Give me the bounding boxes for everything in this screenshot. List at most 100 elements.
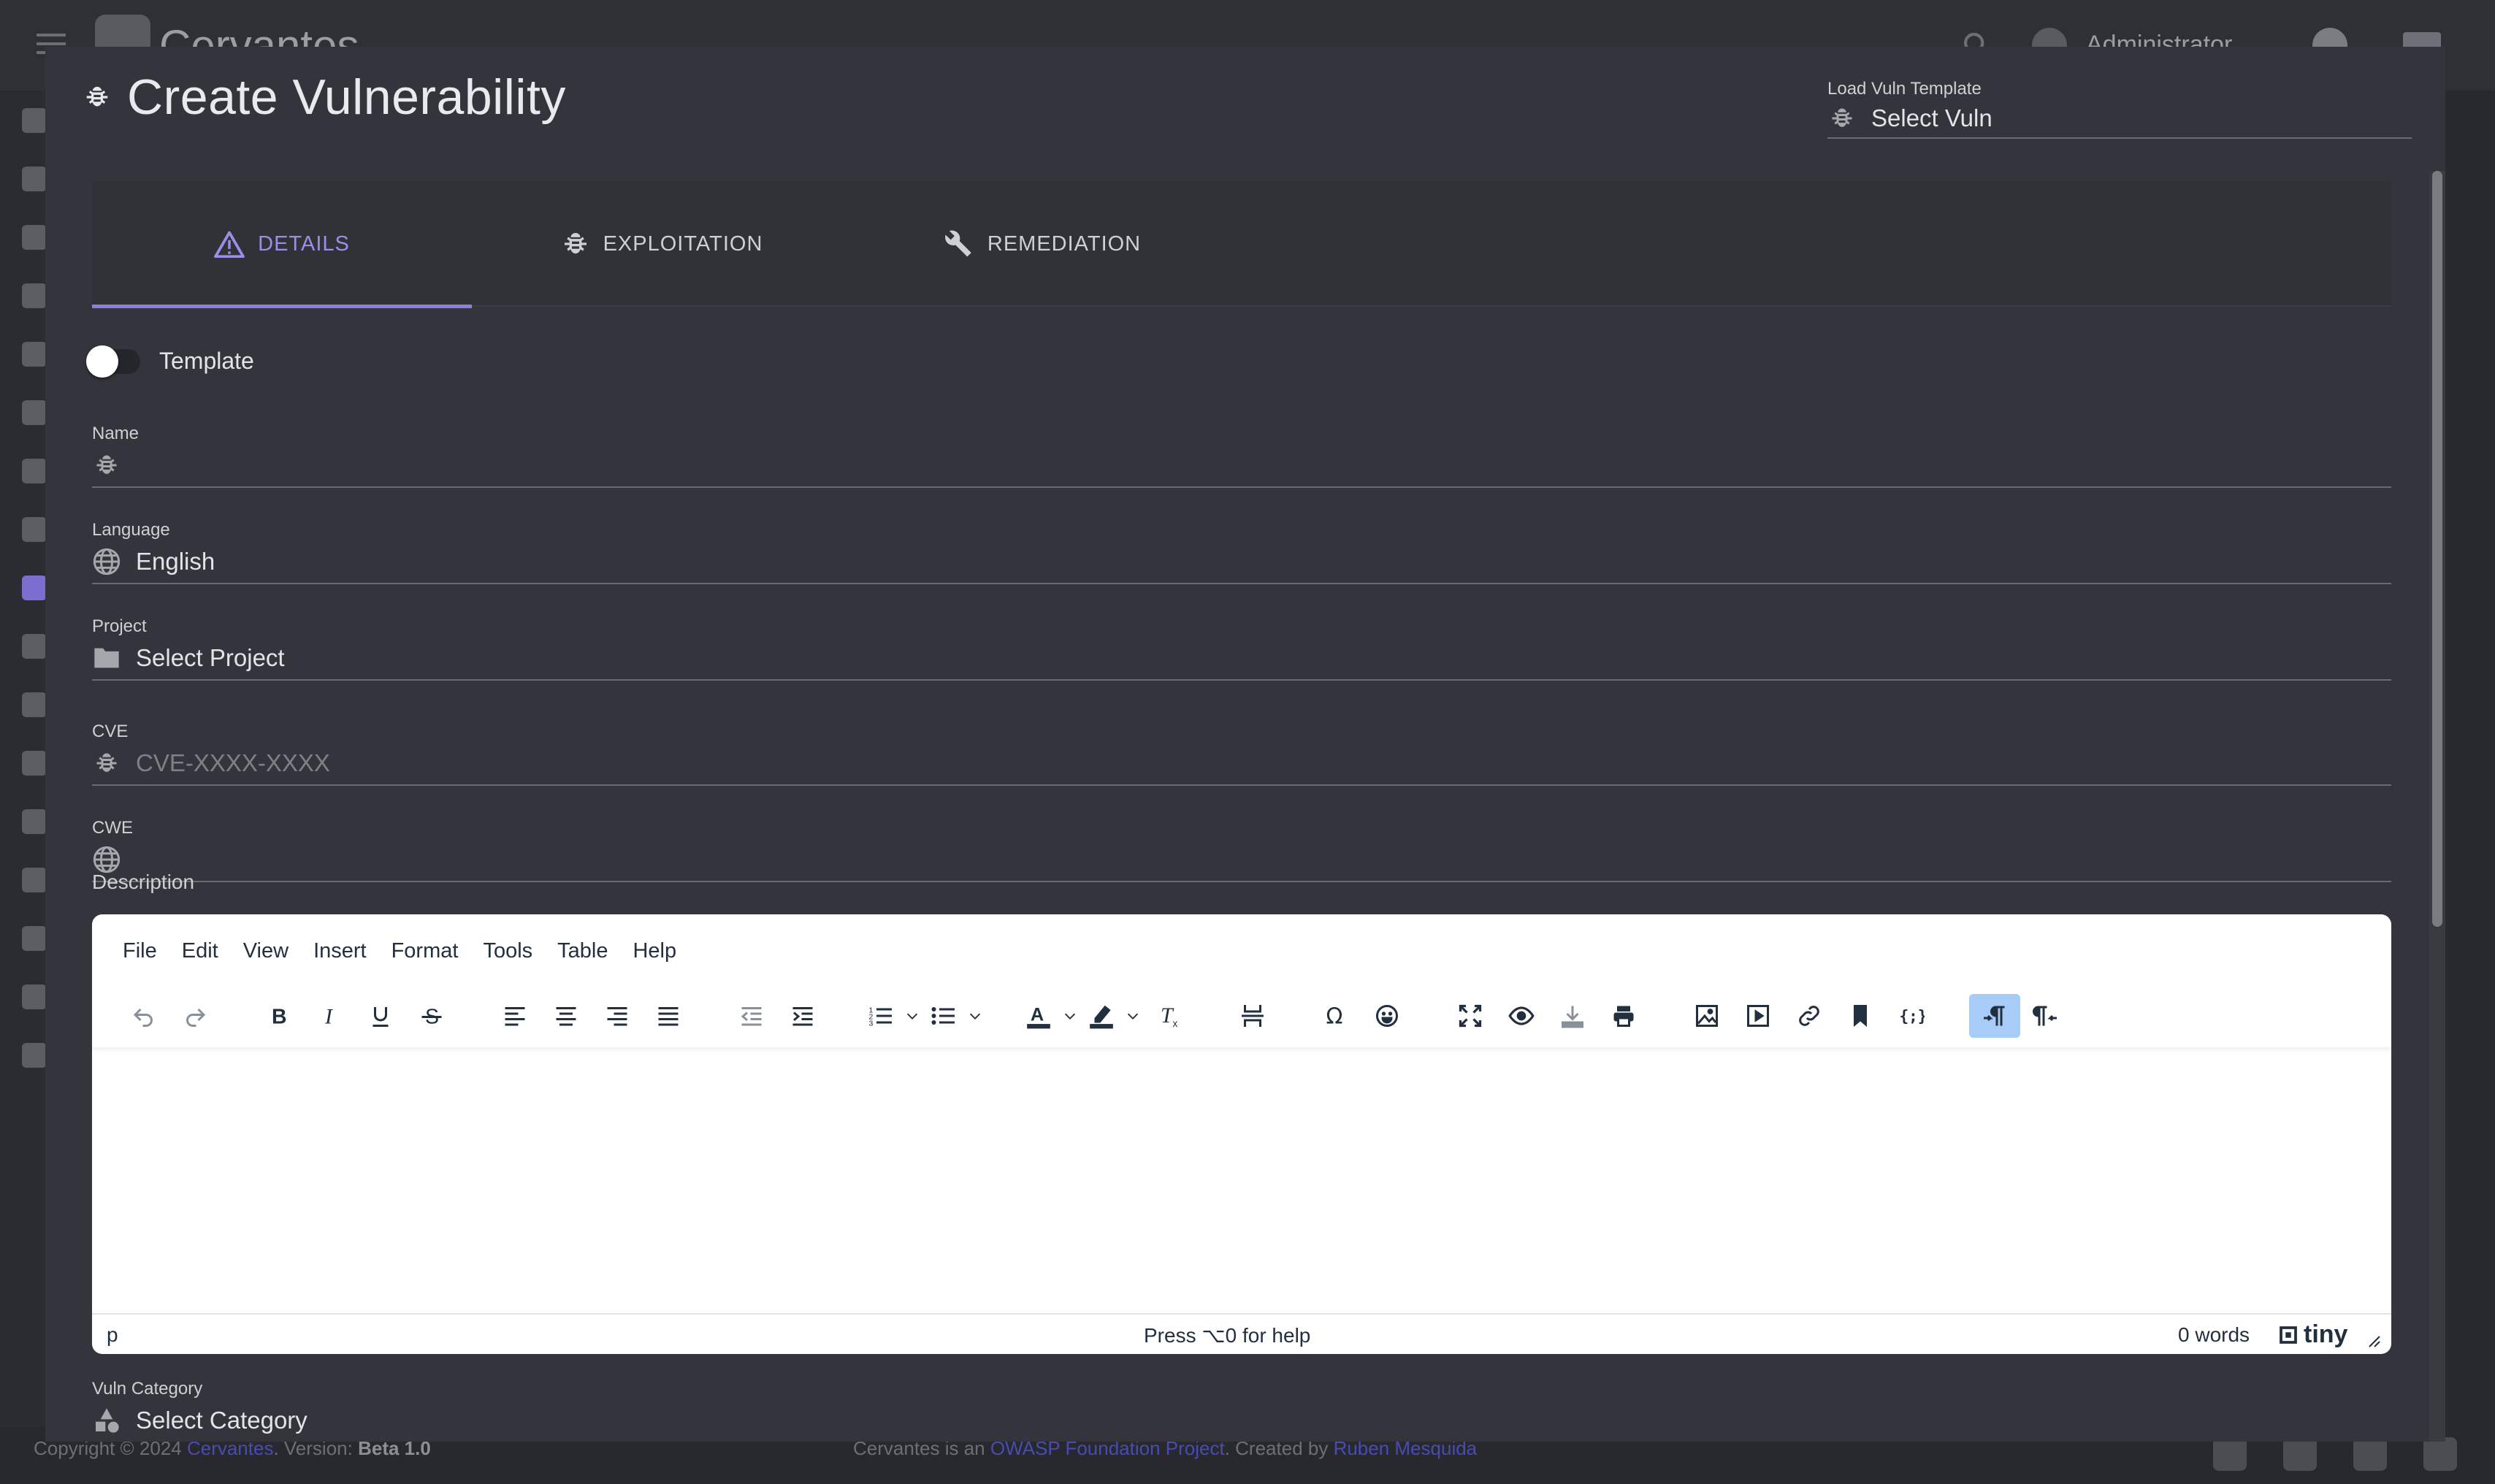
- svg-text:{;}: {;}: [1900, 1008, 1925, 1025]
- bold-icon[interactable]: B: [253, 994, 304, 1038]
- word-count[interactable]: 0 words: [2178, 1323, 2250, 1347]
- chevron-down-icon[interactable]: [1122, 994, 1144, 1038]
- menu-format[interactable]: Format: [391, 939, 459, 963]
- load-vuln-template[interactable]: Load Vuln Template Select Vuln: [1827, 79, 2412, 139]
- left-to-right-icon[interactable]: [1969, 994, 2020, 1038]
- twitter-icon[interactable]: [2213, 1437, 2247, 1471]
- cloud-icon[interactable]: [22, 868, 47, 892]
- underline-icon[interactable]: [355, 994, 406, 1038]
- text-color-icon[interactable]: A: [1018, 994, 1059, 1038]
- calendar-icon[interactable]: [22, 167, 47, 191]
- bug-icon: [92, 749, 121, 778]
- book-icon[interactable]: [22, 225, 47, 250]
- menu-edit[interactable]: Edit: [182, 939, 218, 963]
- bookmark-icon[interactable]: [1835, 994, 1886, 1038]
- align-justify-icon[interactable]: [643, 994, 694, 1038]
- toggle-label: Template: [159, 348, 254, 374]
- bullet-list-icon[interactable]: [923, 994, 964, 1038]
- vuln-tabs: DETAILS EXPLOITATION REMEDIATION: [92, 181, 2391, 308]
- italic-icon[interactable]: I: [304, 994, 355, 1038]
- tab-exploitation[interactable]: EXPLOITATION: [472, 181, 852, 307]
- chevron-down-icon[interactable]: [901, 994, 923, 1038]
- editor-content-area[interactable]: [92, 1047, 2391, 1313]
- language-value: English: [136, 548, 215, 575]
- align-left-icon[interactable]: [489, 994, 540, 1038]
- checklist-icon[interactable]: [22, 517, 47, 542]
- insert-image-icon[interactable]: [1681, 994, 1732, 1038]
- document-icon[interactable]: [22, 459, 47, 483]
- page-title: Create Vulnerability: [127, 69, 566, 125]
- right-to-left-icon[interactable]: [2020, 994, 2071, 1038]
- menu-help[interactable]: Help: [633, 939, 676, 963]
- menu-table[interactable]: Table: [557, 939, 608, 963]
- bug-icon: [561, 229, 590, 259]
- description-editor: File Edit View Insert Format Tools Table…: [92, 914, 2391, 1354]
- chevron-down-icon[interactable]: [1059, 994, 1081, 1038]
- clock-icon[interactable]: [22, 809, 47, 834]
- tab-remediation[interactable]: REMEDIATION: [852, 181, 1231, 307]
- template-select[interactable]: Select Vuln: [1827, 99, 2412, 139]
- shield-icon[interactable]: [22, 692, 47, 717]
- tab-details[interactable]: DETAILS: [92, 181, 472, 308]
- tiny-brand-label: tiny: [2304, 1320, 2348, 1348]
- discord-icon[interactable]: [2283, 1437, 2317, 1471]
- special-character-icon[interactable]: Ω: [1310, 994, 1361, 1038]
- users-icon[interactable]: [22, 1043, 47, 1068]
- preview-icon[interactable]: [1496, 994, 1547, 1038]
- element-path[interactable]: p: [107, 1323, 118, 1347]
- briefcase-icon[interactable]: [22, 400, 47, 425]
- tab-label: EXPLOITATION: [603, 232, 763, 256]
- menu-tools[interactable]: Tools: [483, 939, 532, 963]
- clear-formatting-icon[interactable]: Tx: [1144, 994, 1195, 1038]
- dashboard-icon[interactable]: [22, 108, 47, 133]
- svg-text:A: A: [1031, 1004, 1044, 1025]
- align-center-icon[interactable]: [540, 994, 592, 1038]
- project-select[interactable]: Select Project: [92, 637, 2391, 681]
- page-break-icon[interactable]: [1227, 994, 1278, 1038]
- highlight-color-icon[interactable]: [1081, 994, 1122, 1038]
- project-field: Project Select Project: [92, 616, 2391, 681]
- svg-text:3: 3: [869, 1020, 874, 1028]
- language-select[interactable]: English: [92, 540, 2391, 584]
- code-sample-icon[interactable]: {;}: [1886, 994, 1937, 1038]
- network-icon[interactable]: [22, 283, 47, 308]
- toggle-switch[interactable]: [86, 345, 140, 378]
- name-input[interactable]: [92, 444, 2391, 488]
- strikethrough-icon[interactable]: S: [406, 994, 457, 1038]
- contacts-icon[interactable]: [22, 926, 47, 951]
- redo-icon[interactable]: [169, 994, 221, 1038]
- folder-icon[interactable]: [22, 342, 47, 367]
- indent-icon[interactable]: [777, 994, 828, 1038]
- cve-input[interactable]: CVE-XXXX-XXXX: [92, 742, 2391, 786]
- undo-icon[interactable]: [118, 994, 169, 1038]
- numbered-list-icon[interactable]: 123: [860, 994, 901, 1038]
- menu-file[interactable]: File: [123, 939, 157, 963]
- vuln-category-select[interactable]: Select Category: [92, 1399, 2391, 1442]
- field-label: Language: [92, 520, 170, 540]
- menu-insert[interactable]: Insert: [313, 939, 367, 963]
- menu-view[interactable]: View: [243, 939, 289, 963]
- insert-link-icon[interactable]: [1784, 994, 1835, 1038]
- emoji-icon[interactable]: [1361, 994, 1413, 1038]
- align-right-icon[interactable]: [592, 994, 643, 1038]
- github-icon[interactable]: [2423, 1437, 2457, 1471]
- insert-media-icon[interactable]: [1732, 994, 1784, 1038]
- copy-icon[interactable]: [22, 984, 47, 1009]
- save-icon[interactable]: [1547, 994, 1598, 1038]
- grid-icon[interactable]: [22, 751, 47, 776]
- print-icon[interactable]: [1598, 994, 1649, 1038]
- create-vulnerability-dialog: Create Vulnerability Load Vuln Template …: [45, 47, 2445, 1442]
- fullscreen-icon[interactable]: [1445, 994, 1496, 1038]
- field-label: Description: [92, 871, 195, 893]
- resize-handle-icon[interactable]: [2366, 1334, 2381, 1348]
- active-tab-indicator: [92, 305, 472, 308]
- outdent-icon[interactable]: [726, 994, 777, 1038]
- tiny-brand[interactable]: tiny: [2277, 1320, 2347, 1349]
- bug-icon[interactable]: [22, 575, 47, 600]
- docs-icon[interactable]: [2353, 1437, 2387, 1471]
- scrollbar-thumb[interactable]: [2432, 171, 2442, 927]
- target-icon[interactable]: [22, 634, 47, 659]
- template-toggle[interactable]: Template: [86, 345, 254, 378]
- field-label: Project: [92, 616, 147, 636]
- chevron-down-icon[interactable]: [964, 994, 986, 1038]
